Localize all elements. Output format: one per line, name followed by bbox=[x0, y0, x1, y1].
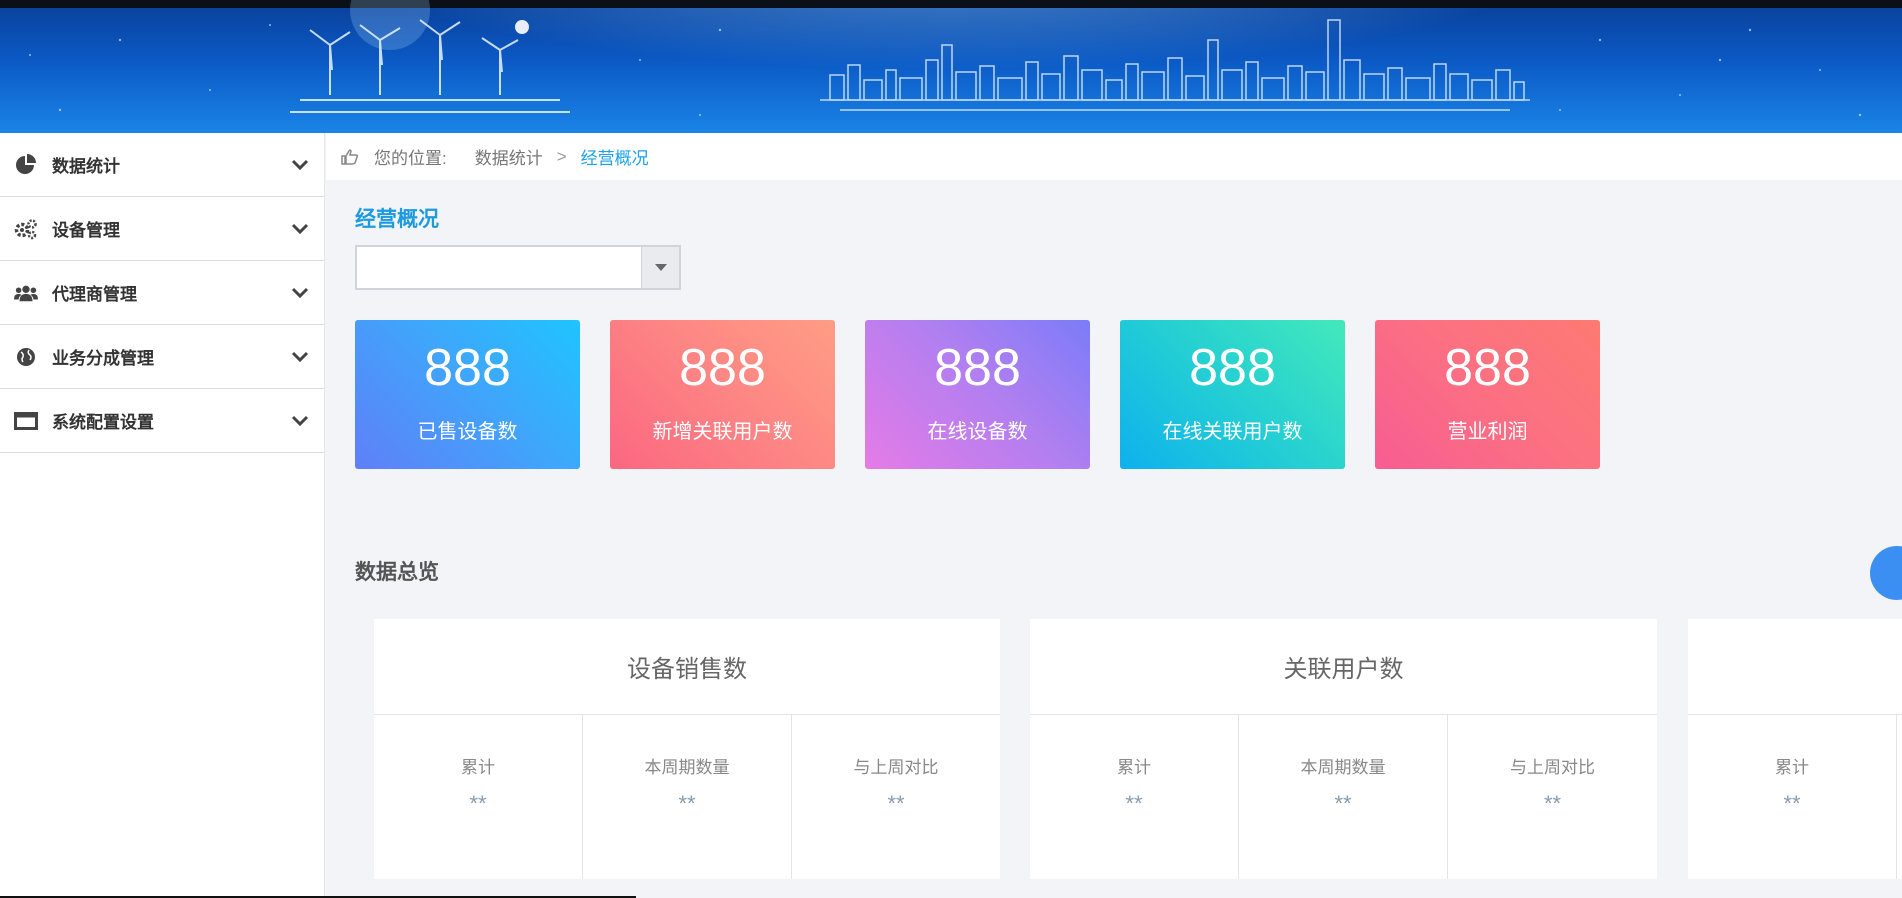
pie-chart-icon bbox=[14, 153, 38, 177]
stat-card-online-linked-users: 888 在线关联用户数 bbox=[1120, 320, 1345, 469]
panel-title: 关联用户数 bbox=[1030, 619, 1657, 715]
sidebar-item-agent-management[interactable]: 代理商管理 bbox=[0, 261, 324, 325]
globe-icon bbox=[14, 345, 38, 369]
sidebar: 数据统计 设备管理 代理商管理 业务分成管理 系统配置设置 bbox=[0, 133, 325, 898]
floating-action-button[interactable] bbox=[1870, 546, 1902, 600]
metric-label: 本周期数量 bbox=[644, 758, 730, 777]
stat-card-new-linked-users: 888 新增关联用户数 bbox=[610, 320, 835, 469]
chevron-down-icon bbox=[291, 287, 309, 299]
stat-card-label: 已售设备数 bbox=[417, 421, 518, 443]
users-icon bbox=[14, 281, 38, 305]
stat-card-value: 888 bbox=[1189, 339, 1276, 397]
gears-icon bbox=[14, 217, 38, 241]
sidebar-item-label: 系统配置设置 bbox=[52, 413, 154, 432]
window-icon bbox=[14, 409, 38, 433]
chevron-down-icon bbox=[291, 223, 309, 235]
sidebar-item-label: 业务分成管理 bbox=[52, 349, 154, 368]
breadcrumb: 您的位置: 数据统计 > 经营概况 bbox=[326, 133, 1902, 180]
panel-metric: 累计 ** bbox=[1688, 715, 1896, 879]
sidebar-item-label: 数据统计 bbox=[52, 157, 120, 176]
breadcrumb-separator: > bbox=[556, 146, 567, 166]
stat-card-label: 在线设备数 bbox=[927, 421, 1028, 443]
breadcrumb-current: 经营概况 bbox=[580, 149, 649, 168]
chevron-down-icon bbox=[291, 351, 309, 363]
chevron-down-icon bbox=[291, 415, 309, 427]
hand-pointer-icon bbox=[341, 148, 359, 165]
panel-divider bbox=[1896, 715, 1902, 879]
panel-metric: 与上周对比 ** bbox=[1447, 715, 1657, 879]
overview-panel-linked-users: 关联用户数 累计 ** 本周期数量 ** 与上周对比 ** bbox=[1030, 619, 1657, 879]
overview-title: 数据总览 bbox=[355, 561, 439, 584]
filter-select[interactable] bbox=[355, 245, 681, 290]
metric-label: 累计 bbox=[461, 758, 495, 777]
stat-card-value: 888 bbox=[934, 339, 1021, 397]
stat-card-value: 888 bbox=[424, 339, 511, 397]
stat-card-value: 888 bbox=[1444, 339, 1531, 397]
metric-value: ** bbox=[1334, 791, 1352, 816]
stat-card-operating-profit: 888 营业利润 bbox=[1375, 320, 1600, 469]
sidebar-item-label: 设备管理 bbox=[52, 221, 120, 240]
overview-panel-device-sales: 设备销售数 累计 ** 本周期数量 ** 与上周对比 ** bbox=[374, 619, 1000, 879]
sidebar-item-revenue-sharing[interactable]: 业务分成管理 bbox=[0, 325, 324, 389]
caret-down-icon bbox=[654, 264, 667, 271]
panel-metric: 与上周对比 ** bbox=[791, 715, 1000, 879]
stat-card-label: 在线关联用户数 bbox=[1162, 421, 1303, 443]
metric-label: 本周期数量 bbox=[1300, 758, 1386, 777]
metric-value: ** bbox=[678, 791, 696, 816]
metric-value: ** bbox=[469, 791, 487, 816]
select-dropdown-button[interactable] bbox=[641, 247, 679, 288]
panel-metric: 累计 ** bbox=[1030, 715, 1238, 879]
metric-label: 与上周对比 bbox=[1510, 758, 1595, 777]
stat-card-sold-devices: 888 已售设备数 bbox=[355, 320, 580, 469]
header-banner bbox=[0, 0, 1902, 133]
overview-panel-third: 累计 ** bbox=[1688, 619, 1902, 879]
stat-card-value: 888 bbox=[679, 339, 766, 397]
metric-value: ** bbox=[1783, 791, 1801, 816]
breadcrumb-link-data-statistics[interactable]: 数据统计 bbox=[475, 144, 543, 169]
metric-label: 累计 bbox=[1775, 758, 1809, 777]
sidebar-item-data-statistics[interactable]: 数据统计 bbox=[0, 133, 324, 197]
panel-title: 设备销售数 bbox=[374, 619, 1000, 715]
page-title: 经营概况 bbox=[355, 208, 439, 231]
panel-metric: 本周期数量 ** bbox=[1238, 715, 1447, 879]
stat-card-label: 营业利润 bbox=[1447, 421, 1528, 443]
stat-card-online-devices: 888 在线设备数 bbox=[865, 320, 1090, 469]
panel-metric: 本周期数量 ** bbox=[582, 715, 791, 879]
panel-title bbox=[1688, 619, 1902, 715]
sidebar-item-system-config[interactable]: 系统配置设置 bbox=[0, 389, 324, 453]
sidebar-item-label: 代理商管理 bbox=[52, 285, 137, 304]
chevron-down-icon bbox=[291, 159, 309, 171]
metric-value: ** bbox=[1543, 791, 1562, 816]
banner-illustration bbox=[29, 0, 1862, 117]
metric-label: 与上周对比 bbox=[853, 758, 939, 777]
breadcrumb-prefix: 您的位置: bbox=[374, 149, 447, 168]
metric-value: ** bbox=[1125, 791, 1143, 816]
panel-metric: 累计 ** bbox=[374, 715, 582, 879]
stat-card-label: 新增关联用户数 bbox=[652, 421, 793, 443]
sidebar-item-device-management[interactable]: 设备管理 bbox=[0, 197, 324, 261]
metric-value: ** bbox=[887, 791, 905, 816]
metric-label: 累计 bbox=[1117, 758, 1151, 777]
